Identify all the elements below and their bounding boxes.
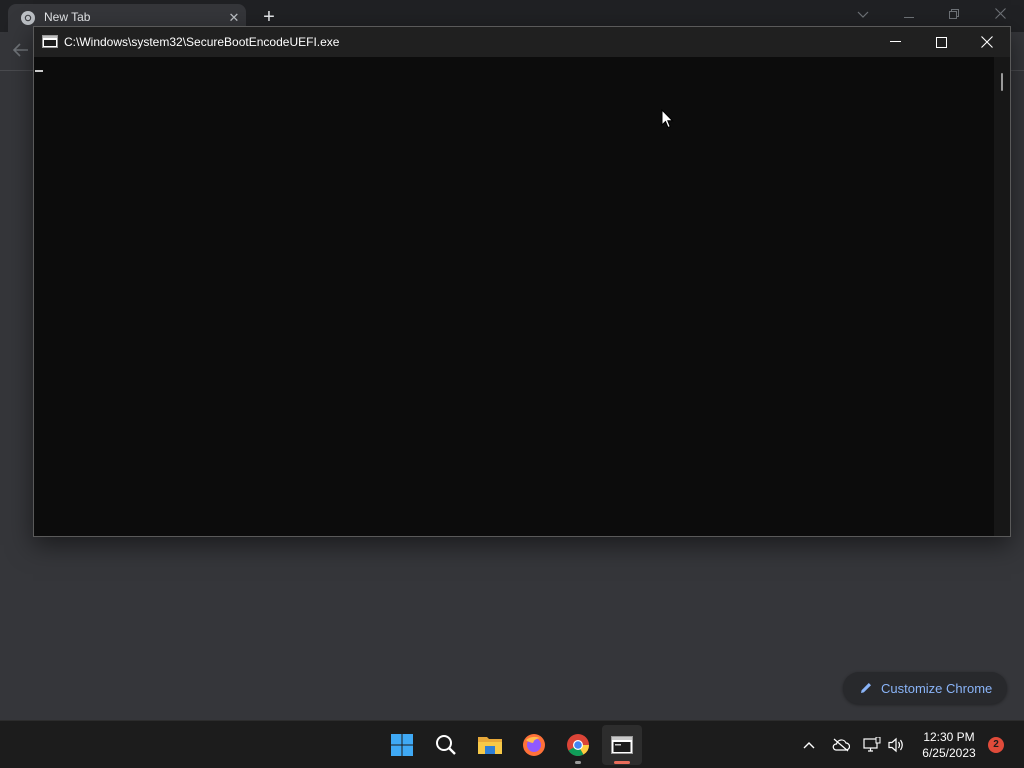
restore-icon[interactable]: [934, 4, 974, 26]
chrome-icon: [21, 11, 35, 25]
customize-chrome-label: Customize Chrome: [881, 680, 993, 696]
console-window: C:\Windows\system32\SecureBootEncodeUEFI…: [33, 26, 1011, 537]
active-indicator: [614, 761, 630, 764]
chevron-up-icon[interactable]: [799, 735, 819, 755]
customize-chrome-button[interactable]: Customize Chrome: [843, 672, 1007, 704]
running-indicator: [575, 761, 581, 764]
console-titlebar[interactable]: C:\Windows\system32\SecureBootEncodeUEFI…: [34, 27, 1010, 57]
search-icon[interactable]: [426, 725, 466, 765]
close-icon[interactable]: ✕: [226, 10, 242, 26]
pencil-icon: [861, 683, 871, 693]
close-icon[interactable]: [964, 27, 1010, 57]
firefox-icon[interactable]: [514, 725, 554, 765]
notification-badge[interactable]: 2: [988, 737, 1004, 753]
console-output-area[interactable]: [34, 57, 994, 536]
chrome-taskbar-button[interactable]: [558, 725, 598, 765]
taskbar: 12:30 PM 6/25/2023 2: [0, 720, 1024, 768]
back-arrow-icon[interactable]: [10, 40, 32, 62]
minimize-icon[interactable]: [889, 4, 929, 26]
network-icon[interactable]: [862, 735, 882, 755]
volume-icon[interactable]: [886, 735, 906, 755]
console-taskbar-button[interactable]: [602, 725, 642, 765]
maximize-icon[interactable]: [918, 27, 964, 57]
windows-start-icon[interactable]: [382, 725, 422, 765]
chevron-down-icon[interactable]: [843, 4, 883, 26]
tab-title: New Tab: [44, 10, 91, 24]
clock-date[interactable]: 6/25/2023: [914, 746, 984, 760]
console-title: C:\Windows\system32\SecureBootEncodeUEFI…: [64, 35, 340, 49]
close-icon[interactable]: [980, 4, 1020, 26]
console-app-icon: [42, 35, 58, 48]
console-app-icon: [611, 736, 633, 754]
chrome-icon: [567, 734, 589, 756]
scrollbar-thumb[interactable]: [1001, 73, 1003, 91]
cloud-offline-icon[interactable]: [831, 735, 851, 755]
mouse-pointer-icon: [661, 109, 674, 129]
clock-time[interactable]: 12:30 PM: [914, 730, 984, 744]
folder-icon[interactable]: [470, 725, 510, 765]
console-scrollbar[interactable]: [994, 57, 1010, 536]
text-cursor: [35, 70, 43, 72]
minimize-icon[interactable]: [872, 27, 918, 57]
plus-icon[interactable]: +: [258, 6, 280, 28]
